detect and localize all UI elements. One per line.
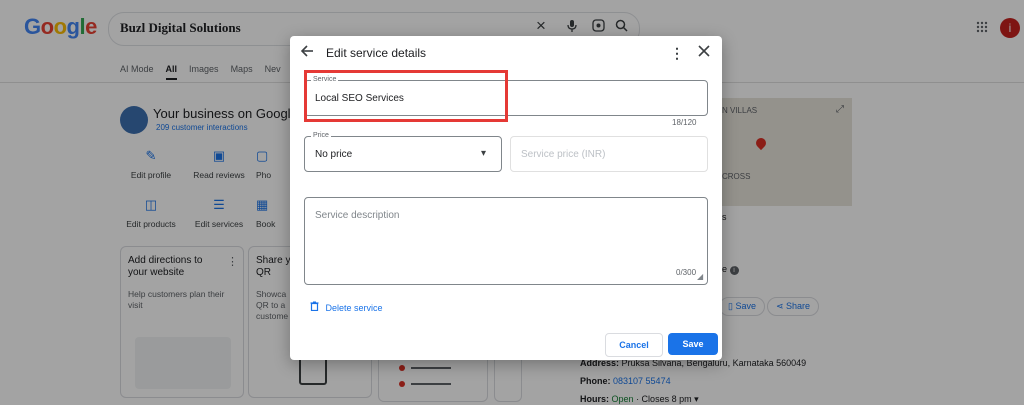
description-char-counter: 0/300 <box>676 268 697 277</box>
delete-service-button[interactable]: Delete service <box>310 301 383 313</box>
close-icon[interactable] <box>698 44 710 61</box>
price-field-label: Price <box>311 132 331 139</box>
resize-handle-icon[interactable]: ◢ <box>697 272 703 281</box>
description-placeholder: Service description <box>315 210 400 221</box>
more-vert-icon[interactable]: ⋮ <box>670 45 684 62</box>
chevron-down-icon: ▾ <box>481 148 487 159</box>
price-type-select[interactable]: Price No price ▾ <box>304 132 502 172</box>
price-type-value: No price <box>315 149 353 160</box>
delete-service-label: Delete service <box>325 303 383 313</box>
back-arrow-icon[interactable] <box>300 44 314 62</box>
dialog-title: Edit service details <box>326 46 427 60</box>
save-button[interactable]: Save <box>668 333 718 355</box>
service-description-textarea[interactable]: Service description 0/300 ◢ <box>304 197 708 285</box>
service-price-placeholder: Service price (INR) <box>521 149 606 160</box>
trash-icon <box>310 301 322 313</box>
cancel-button[interactable]: Cancel <box>605 333 663 357</box>
service-price-input[interactable]: Service price (INR) <box>510 136 708 172</box>
annotation-highlight-box <box>304 70 508 122</box>
service-char-counter: 18/120 <box>672 118 697 127</box>
